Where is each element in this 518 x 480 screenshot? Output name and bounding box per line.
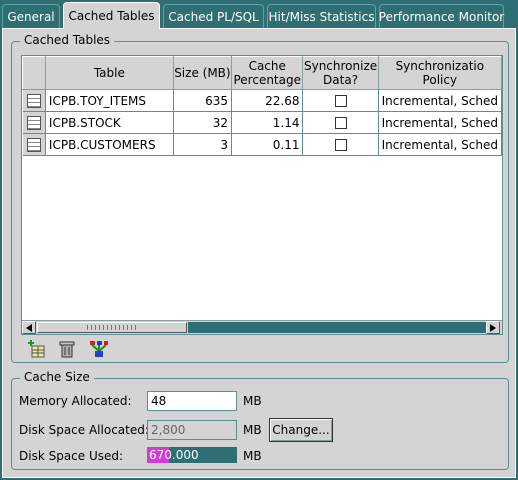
tab-general[interactable]: General <box>2 4 60 28</box>
policy-cell[interactable]: Incremental, Sched <box>378 111 502 134</box>
scroll-right-button[interactable] <box>486 321 500 334</box>
table-name-cell[interactable]: ICPB.TOY_ITEMS <box>45 89 174 112</box>
size-cell[interactable]: 635 <box>173 89 233 112</box>
policy-cell[interactable]: Incremental, Sched <box>378 89 502 112</box>
policy-cell[interactable]: Incremental, Sched <box>378 133 502 156</box>
memory-allocated-label: Memory Allocated: <box>19 394 132 408</box>
table-icon <box>26 93 41 108</box>
disk-space-used-value: 670.000 <box>149 448 199 462</box>
synchronize-checkbox[interactable] <box>334 95 347 107</box>
column-header-table[interactable]: Table <box>44 56 174 90</box>
table-icon <box>26 115 41 130</box>
synchronize-cell <box>302 133 379 156</box>
arrow-left-icon <box>26 323 32 332</box>
row-header-corner <box>22 56 46 90</box>
synchronize-button[interactable] <box>89 339 109 359</box>
column-header-synchronization-policy[interactable]: Synchronizatio Policy <box>377 56 502 90</box>
grip-icon <box>87 325 137 330</box>
synchronize-icon <box>90 341 108 357</box>
table-name-cell[interactable]: ICPB.CUSTOMERS <box>45 133 174 156</box>
scroll-left-button[interactable] <box>22 321 36 334</box>
size-cell[interactable]: 3 <box>173 133 233 156</box>
cached-tables-table: Table Size (MB) Cache Percentage Synchro… <box>21 55 503 335</box>
disk-space-allocated-field: 2,800 <box>147 420 237 440</box>
tab-panel: Cached Tables Table Size (MB) Cache Perc… <box>2 28 516 478</box>
column-header-synchronize-data[interactable]: Synchronize Data? <box>302 56 379 90</box>
scrollbar-thumb[interactable] <box>37 322 187 333</box>
delete-table-button[interactable] <box>57 339 77 359</box>
arrow-right-icon <box>490 323 496 332</box>
tab-cached-plsql[interactable]: Cached PL/SQL <box>163 4 264 28</box>
add-table-button[interactable] <box>27 339 47 359</box>
tab-hit-miss-statistics[interactable]: Hit/Miss Statistics <box>267 4 376 28</box>
cache-percentage-cell[interactable]: 1.14 <box>231 111 304 134</box>
change-button[interactable]: Change... <box>269 418 333 442</box>
row-icon-cell <box>22 133 46 156</box>
disk-alloc-unit-label: MB <box>243 423 262 437</box>
memory-unit-label: MB <box>243 394 262 408</box>
table-row[interactable]: ICPB.STOCK 32 1.14 Incremental, Sched <box>22 111 502 134</box>
scrollbar-track[interactable] <box>188 322 486 333</box>
tab-bar: General Cached Tables Cached PL/SQL Hit/… <box>0 0 518 29</box>
cache-percentage-cell[interactable]: 22.68 <box>231 89 304 112</box>
disk-space-allocated-label: Disk Space Allocated: <box>19 423 149 437</box>
trash-icon <box>59 341 75 358</box>
add-table-icon <box>28 340 45 358</box>
disk-used-unit-label: MB <box>243 449 262 463</box>
column-header-cache-percentage[interactable]: Cache Percentage <box>231 56 304 90</box>
tab-performance-monitor[interactable]: Performance Monitor <box>379 4 504 28</box>
table-icon <box>26 137 41 152</box>
horizontal-scrollbar[interactable] <box>22 320 502 334</box>
row-icon-cell <box>22 89 46 112</box>
cache-size-legend: Cache Size <box>20 370 94 384</box>
synchronize-checkbox[interactable] <box>334 139 347 151</box>
disk-space-used-label: Disk Space Used: <box>19 449 124 463</box>
cache-percentage-cell[interactable]: 0.11 <box>231 133 304 156</box>
cached-tables-legend: Cached Tables <box>20 33 115 47</box>
column-header-size[interactable]: Size (MB) <box>172 56 233 90</box>
table-row[interactable]: ICPB.CUSTOMERS 3 0.11 Incremental, Sched <box>22 133 502 156</box>
table-name-cell[interactable]: ICPB.STOCK <box>45 111 174 134</box>
disk-space-used-bar: 670.000 <box>147 447 237 463</box>
tab-cached-tables[interactable]: Cached Tables <box>63 2 160 29</box>
row-icon-cell <box>22 111 46 134</box>
memory-allocated-field[interactable]: 48 <box>147 391 237 411</box>
synchronize-cell <box>302 89 379 112</box>
synchronize-checkbox[interactable] <box>334 117 347 129</box>
size-cell[interactable]: 32 <box>173 111 233 134</box>
table-row[interactable]: ICPB.TOY_ITEMS 635 22.68 Incremental, Sc… <box>22 89 502 112</box>
synchronize-cell <box>302 111 379 134</box>
